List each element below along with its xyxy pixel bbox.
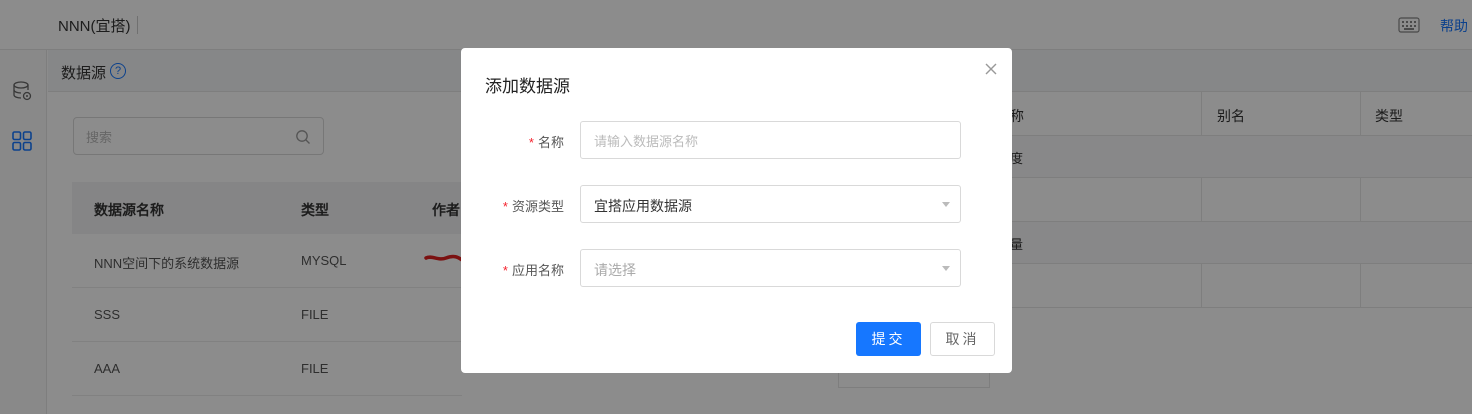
add-datasource-dialog: 添加数据源 *名称 *资源类型 宜搭应用数据源 *应用名称 请选择 提 — [461, 48, 1012, 373]
resource-type-label: * 资源类型 — [502, 199, 564, 214]
name-label: * 名称 — [528, 135, 564, 150]
app-root: NNN(宜搭) 帮助 数据源 ? 搜索 数据源名称 类型 作者 NNN空间下的系… — [0, 0, 1472, 414]
submit-button[interactable]: 提交 — [856, 322, 921, 356]
chevron-down-icon — [942, 266, 950, 271]
form-row-app-name: * 应用名称 请选择 — [461, 249, 1012, 287]
resource-type-value: 宜搭应用数据源 — [594, 198, 692, 214]
app-name-select[interactable]: 请选择 — [580, 249, 961, 287]
app-name-label: * 应用名称 — [502, 263, 564, 278]
form-row-resource-type: * 资源类型 宜搭应用数据源 — [461, 185, 1012, 223]
name-input[interactable] — [594, 131, 934, 151]
cancel-button[interactable]: 取消 — [930, 322, 995, 356]
chevron-down-icon — [942, 202, 950, 207]
close-icon[interactable] — [982, 60, 1000, 78]
name-field[interactable] — [580, 121, 961, 159]
dialog-title: 添加数据源 — [485, 77, 570, 96]
form-row-name: * 名称 — [461, 121, 1012, 159]
app-name-placeholder: 请选择 — [594, 262, 636, 278]
resource-type-select[interactable]: 宜搭应用数据源 — [580, 185, 961, 223]
